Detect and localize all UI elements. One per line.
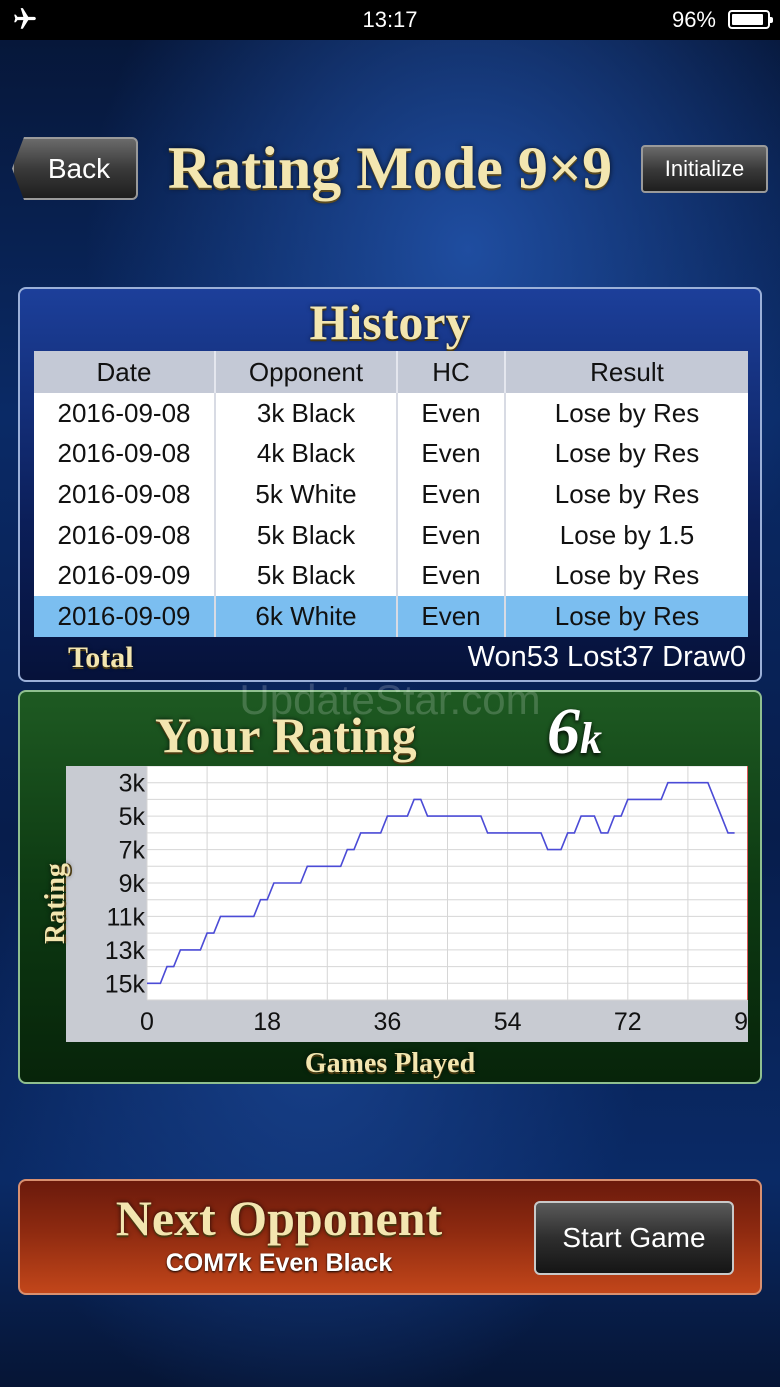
cell-date: 2016-09-08 [34,393,216,434]
cell-opponent: 3k Black [215,393,398,434]
y-tick-label: 5k [119,803,146,831]
history-row[interactable]: 2016-09-08 5k Black Even Lose by 1.5 [34,514,748,556]
start-game-button[interactable]: Start Game [534,1201,734,1275]
cell-result: Lose by Res [505,474,748,515]
watermark: UpdateStar.com [239,676,541,723]
cell-hc: Even [397,595,506,637]
back-button[interactable]: Back [12,137,138,200]
history-title: History [309,294,471,350]
initialize-button[interactable]: Initialize [641,145,768,193]
cell-date: 2016-09-09 [34,595,216,637]
status-bar: 13:17 96% [0,0,780,40]
y-tick-label: 9k [119,870,146,898]
column-header-hc: HC [397,351,506,393]
cell-date: 2016-09-08 [34,514,216,556]
y-tick-label: 15k [105,970,146,998]
cell-result: Lose by 1.5 [505,514,748,556]
cell-date: 2016-09-08 [34,474,216,515]
cell-opponent: 5k White [215,474,398,515]
cell-date: 2016-09-09 [34,555,216,596]
x-tick-label: 36 [373,1008,401,1036]
history-row[interactable]: 2016-09-08 3k Black Even Lose by Res [34,393,748,434]
y-tick-label: 13k [105,937,146,965]
y-tick-label: 7k [119,837,146,865]
next-opponent-info: COM7k Even Black [165,1249,393,1277]
battery-icon [728,10,773,29]
rating-chart: 3k 5k 7k 9k 11k 13k 15k 0 18 36 54 72 90 [105,766,748,1036]
x-tick-label: 18 [253,1008,281,1036]
history-header-row: Date Opponent HC Result [34,351,748,393]
history-panel: History Date Opponent HC Result 2016-09-… [18,287,762,682]
cell-opponent: 5k Black [215,555,398,596]
cell-opponent: 6k White [215,595,398,637]
cell-hc: Even [397,433,506,475]
rating-panel: Your Rating 6k 3k 5k 7k 9k 11k 13k 15k 0 18 36 54 7… [18,690,762,1084]
history-row[interactable]: 2016-09-08 4k Black Even Lose by Res [34,433,748,475]
cell-opponent: 5k Black [215,514,398,556]
page-title: Rating Mode 9×9 [167,135,613,201]
cell-result: Lose by Res [505,433,748,475]
cell-hc: Even [397,393,506,434]
x-tick-label: 0 [140,1008,154,1036]
cell-hc: Even [397,474,506,515]
y-axis-label: Rating [40,863,71,944]
cell-date: 2016-09-08 [34,433,216,475]
x-tick-label: 54 [494,1008,522,1036]
column-header-opponent: Opponent [215,351,398,393]
cell-result: Lose by Res [505,555,748,596]
column-header-date: Date [34,351,216,393]
cell-hc: Even [397,514,506,556]
y-tick-label: 11k [107,903,146,931]
next-opponent-title: Next Opponent [115,1190,443,1246]
column-header-result: Result [505,351,748,393]
y-tick-label: 3k [119,770,146,798]
total-label: Total [68,641,134,674]
history-table: Date Opponent HC Result 2016-09-08 3k Bl… [34,351,748,637]
cell-hc: Even [397,555,506,596]
x-tick-label: 90 [734,1008,748,1036]
cell-result: Lose by Res [505,393,748,434]
history-row[interactable]: 2016-09-08 5k White Even Lose by Res [34,474,748,515]
battery-percent: 96% [671,7,716,32]
total-value: Won53 Lost37 Draw0 [467,641,746,673]
x-tick-label: 72 [614,1008,642,1036]
cell-result: Lose by Res [505,595,748,637]
history-row-selected[interactable]: 2016-09-09 6k White Even Lose by Res [34,595,748,637]
clock-time: 13:17 [362,7,418,32]
x-axis-label: Games Played [304,1048,476,1079]
history-row[interactable]: 2016-09-09 5k Black Even Lose by Res [34,555,748,596]
next-opponent-panel: Next Opponent COM7k Even Black Start Gam… [18,1179,762,1295]
cell-opponent: 4k Black [215,433,398,475]
